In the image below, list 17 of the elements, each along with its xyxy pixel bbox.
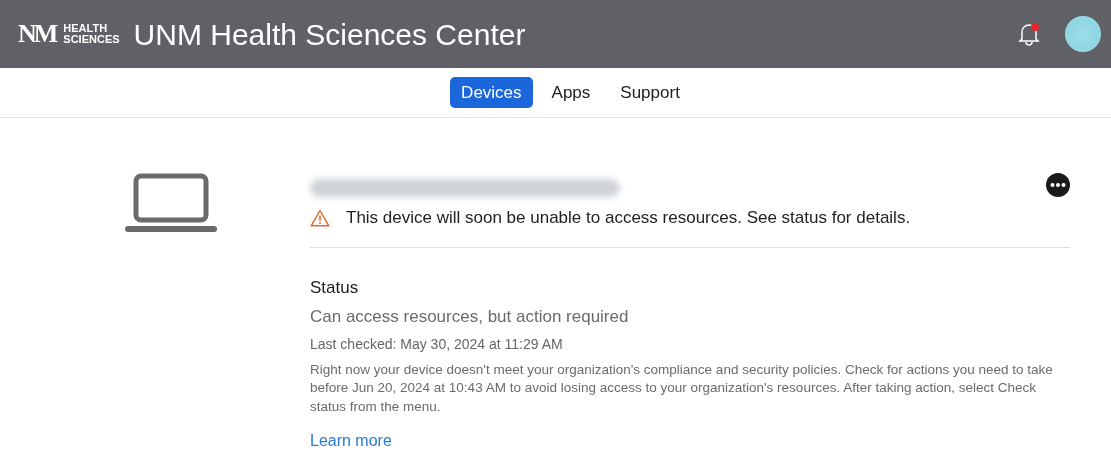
avatar[interactable] xyxy=(1065,16,1101,52)
nav-tab[interactable]: Apps xyxy=(540,76,602,109)
learn-more-link[interactable]: Learn more xyxy=(310,429,392,454)
logo-mark: NM xyxy=(18,21,56,47)
status-details: Right now your device doesn't meet your organization's compliance and security policies. Check for actions you need to take before Jun 20, 2024 at 10:43 AM to avoid losing access to your organization's resources. After taking action, select Check status from the menu. xyxy=(310,360,1054,417)
warning-icon xyxy=(310,208,330,227)
nav-tab[interactable]: Devices xyxy=(450,76,533,109)
status-summary: Can access resources, but action required xyxy=(310,306,630,328)
last-checked-text: Last checked: May 30, 2024 at 11:29 AM xyxy=(310,334,564,354)
nav-tab[interactable]: Support xyxy=(609,76,691,109)
more-options-icon[interactable] xyxy=(1046,173,1070,197)
notification-bell-icon[interactable] xyxy=(1017,21,1041,47)
app-title: UNM Health Sciences Center xyxy=(133,16,526,53)
warning-message: This device will soon be unable to access resources. See status for details. xyxy=(346,207,911,229)
logo-text: HEALTH SCIENCES xyxy=(63,23,120,45)
laptop-icon xyxy=(125,173,217,233)
status-heading: Status xyxy=(310,276,360,299)
